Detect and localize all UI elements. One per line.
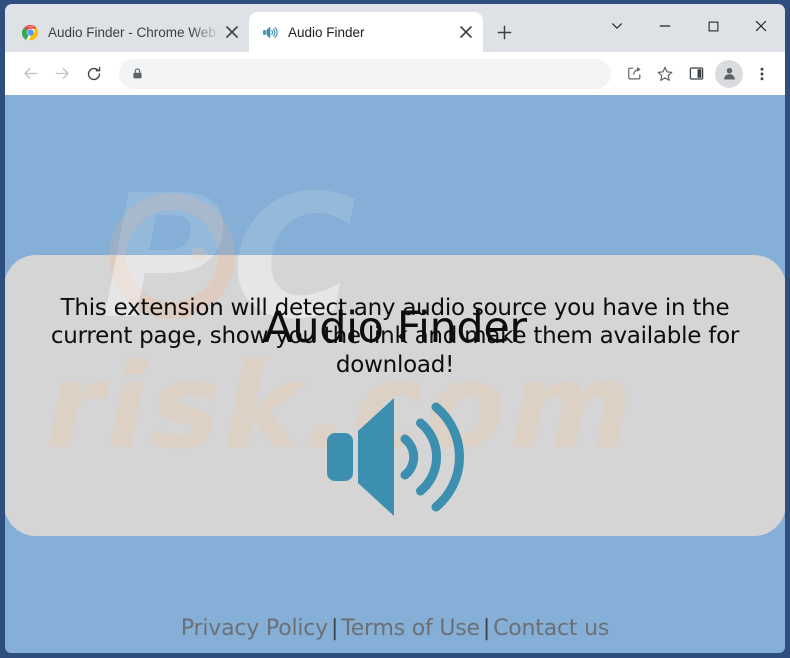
content-card: PC risk.com This extension will detect a… [5, 255, 785, 536]
star-icon[interactable] [650, 59, 680, 89]
browser-window: Audio Finder - Chrome Web Store Audio Fi… [0, 0, 790, 658]
speaker-icon [261, 23, 279, 41]
toolbar-actions [619, 59, 777, 89]
minimize-icon[interactable] [641, 4, 689, 48]
three-dot-menu-icon[interactable] [747, 59, 777, 89]
hero-speaker-icon [5, 395, 785, 519]
chrome-webstore-icon [21, 23, 39, 41]
lock-icon[interactable] [131, 67, 147, 80]
privacy-policy-link[interactable]: Privacy Policy [181, 616, 328, 641]
reload-icon[interactable] [79, 59, 109, 89]
side-panel-icon[interactable] [681, 59, 711, 89]
window-controls [593, 4, 785, 48]
forward-arrow-icon[interactable] [47, 59, 77, 89]
tab-search-icon[interactable] [593, 4, 641, 48]
tab-title: Audio Finder [288, 24, 365, 40]
tab-title: Audio Finder - Chrome Web Store [48, 24, 221, 40]
tab-audio-finder-webstore[interactable]: Audio Finder - Chrome Web Store [9, 12, 249, 52]
close-icon[interactable] [737, 4, 785, 48]
profile-avatar-icon[interactable] [715, 59, 743, 88]
maximize-icon[interactable] [689, 4, 737, 48]
back-arrow-icon[interactable] [15, 59, 45, 89]
browser-toolbar [5, 52, 785, 95]
contact-us-link[interactable]: Contact us [493, 616, 609, 641]
new-tab-button[interactable] [489, 17, 519, 47]
terms-of-use-link[interactable]: Terms of Use [341, 616, 480, 641]
page-title: Audio Finder [263, 303, 527, 353]
address-bar[interactable] [119, 58, 611, 89]
footer-separator: | [482, 616, 491, 641]
footer-separator: | [331, 616, 339, 641]
tab-audio-finder[interactable]: Audio Finder [249, 12, 483, 52]
page-viewport: PC risk.com Audio Finder PC risk.com Thi… [5, 95, 785, 653]
share-icon[interactable] [619, 59, 649, 89]
tab-close-button[interactable] [221, 21, 243, 43]
tab-close-button[interactable] [455, 21, 477, 43]
page-footer: Privacy Policy | Terms of Use | Contact us [5, 616, 785, 641]
tab-strip: Audio Finder - Chrome Web Store Audio Fi… [5, 4, 785, 52]
